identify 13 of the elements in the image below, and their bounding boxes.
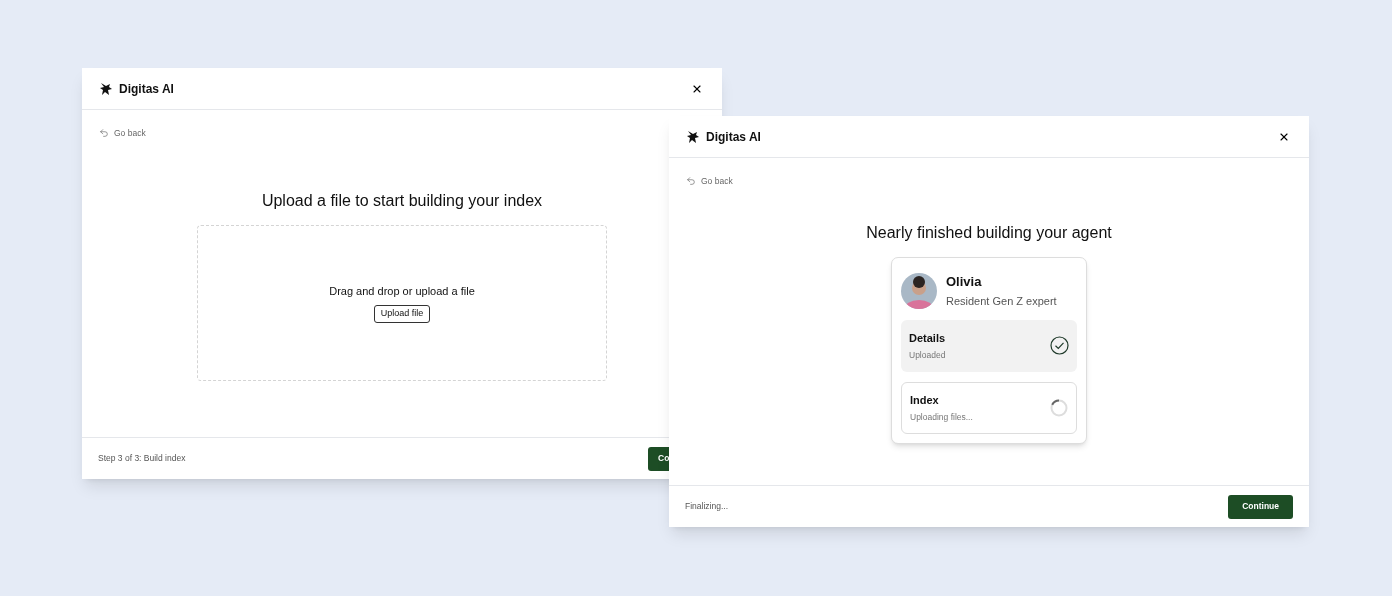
agent-name: Olivia <box>946 272 983 291</box>
page-heading: Nearly finished building your agent <box>866 222 1112 243</box>
step-subtitle: Uploading files... <box>910 411 973 424</box>
footer-status: Finalizing... <box>685 500 728 513</box>
footer-status: Step 3 of 3: Build index <box>98 452 186 465</box>
page-heading: Upload a file to start building your index <box>261 190 543 211</box>
app-title: Digitas AI <box>119 80 174 98</box>
step-title: Index <box>910 392 940 408</box>
dropzone-text: Drag and drop or upload a file <box>329 283 475 299</box>
step-subtitle: Uploaded <box>909 349 946 362</box>
agent-role: Resident Gen Z expert <box>946 294 1057 310</box>
step-title: Details <box>909 330 946 346</box>
app-title: Digitas AI <box>706 128 761 146</box>
